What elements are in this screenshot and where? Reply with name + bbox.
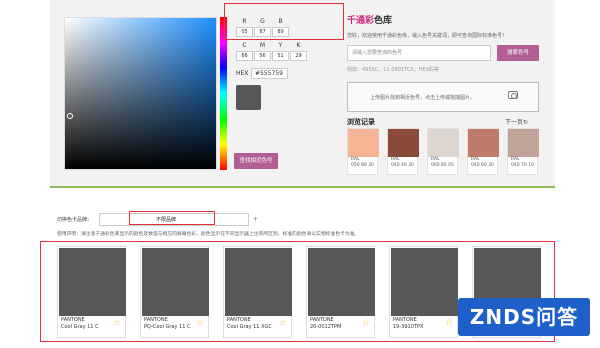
history-next-page[interactable]: 下一页↻: [505, 117, 528, 126]
camera-icon[interactable]: [508, 91, 518, 99]
history-code: 040 60 30: [471, 163, 494, 168]
favorite-star-icon[interactable]: ☆: [445, 318, 453, 328]
favorite-star-icon[interactable]: ☆: [279, 318, 287, 328]
favorite-star-icon[interactable]: ☆: [362, 318, 370, 328]
upload-hint: 上传图片找到相近色号，点击上传或拖拽图片。: [370, 95, 476, 101]
result-swatch: [59, 248, 126, 316]
brand-description: 您好，欢迎使用千通彩色库，输入色号关键词，即可查询国际标准色号！: [347, 33, 508, 39]
history-card[interactable]: RAL 060 85 05: [427, 128, 459, 175]
history-swatch: [428, 129, 459, 157]
picker-cursor[interactable]: [67, 113, 73, 119]
result-card[interactable]: PANTONE Cool Gray 11 XGC ☆: [223, 246, 292, 338]
result-card[interactable]: PANTONE PQ-Cool Gray 11 C ☆: [140, 246, 209, 338]
brand-filter-label: 切换色卡品牌：: [57, 217, 93, 223]
result-card[interactable]: PANTONE 20-0012TPM ☆: [306, 246, 375, 338]
history-card[interactable]: RAL 040 70 10: [507, 128, 539, 175]
history-code: 040 40 30: [391, 163, 414, 168]
history-swatch: [348, 129, 379, 157]
brand-select-value: 不限品牌: [156, 217, 177, 223]
section-divider: [50, 186, 555, 188]
search-button[interactable]: 搜索色号: [497, 45, 539, 61]
result-card[interactable]: PANTONE Cool Gray 11 C ☆: [57, 246, 126, 338]
brand-title: 千通彩色库: [347, 13, 392, 26]
history-card[interactable]: RAL 050 80 30: [347, 128, 379, 175]
brand-title-sub: 色库: [374, 16, 393, 26]
hex-field[interactable]: #555759: [251, 68, 288, 79]
history-card[interactable]: RAL 040 60 30: [467, 128, 499, 175]
favorite-star-icon[interactable]: ☆: [196, 318, 204, 328]
watermark-logo: ZNDS问答: [458, 298, 590, 336]
result-swatch: [225, 248, 292, 316]
history-next-label: 下一页: [505, 119, 524, 126]
color-preview-swatch: [236, 85, 261, 110]
m-label: M: [259, 42, 266, 49]
add-brand-button[interactable]: +: [253, 216, 258, 223]
usage-notice: 使用声明：请注意千通彩色库显示的颜色及数值与相应的屏幕色彩，颜色显示在不同显示器…: [57, 232, 360, 237]
c-field[interactable]: 66: [236, 51, 253, 61]
m-field[interactable]: 56: [254, 51, 271, 61]
history-code: 060 85 05: [431, 163, 454, 168]
k-field[interactable]: 29: [290, 51, 307, 61]
history-title: 浏览记录: [347, 118, 375, 126]
history-swatch: [388, 129, 419, 157]
history-swatch: [468, 129, 499, 157]
y-field[interactable]: 51: [272, 51, 289, 61]
hex-label: HEX: [236, 70, 249, 77]
result-swatch: [142, 248, 209, 316]
history-code: 040 70 10: [511, 163, 534, 168]
search-example: 例如：4955C，11-0601TCX，HEX码等: [347, 67, 440, 73]
result-swatch: [308, 248, 375, 316]
history-card[interactable]: RAL 040 40 30: [387, 128, 419, 175]
color-search-input[interactable]: 请输入您要查询的色号: [347, 45, 491, 61]
result-swatch: [391, 248, 458, 316]
k-label: K: [296, 42, 301, 49]
result-card[interactable]: PANTONE 19-3910TPX ☆: [389, 246, 458, 338]
rgb-highlight-box: [224, 3, 344, 40]
history-swatch: [508, 129, 539, 157]
favorite-star-icon[interactable]: ☆: [113, 318, 121, 328]
c-label: C: [242, 42, 247, 49]
find-similar-button[interactable]: 查找相近色号: [234, 153, 278, 169]
y-label: Y: [278, 42, 283, 49]
refresh-icon: ↻: [523, 119, 529, 126]
history-code: 050 80 30: [351, 163, 374, 168]
saturation-value-area[interactable]: [64, 17, 217, 170]
brand-title-main: 千通彩: [347, 16, 375, 26]
